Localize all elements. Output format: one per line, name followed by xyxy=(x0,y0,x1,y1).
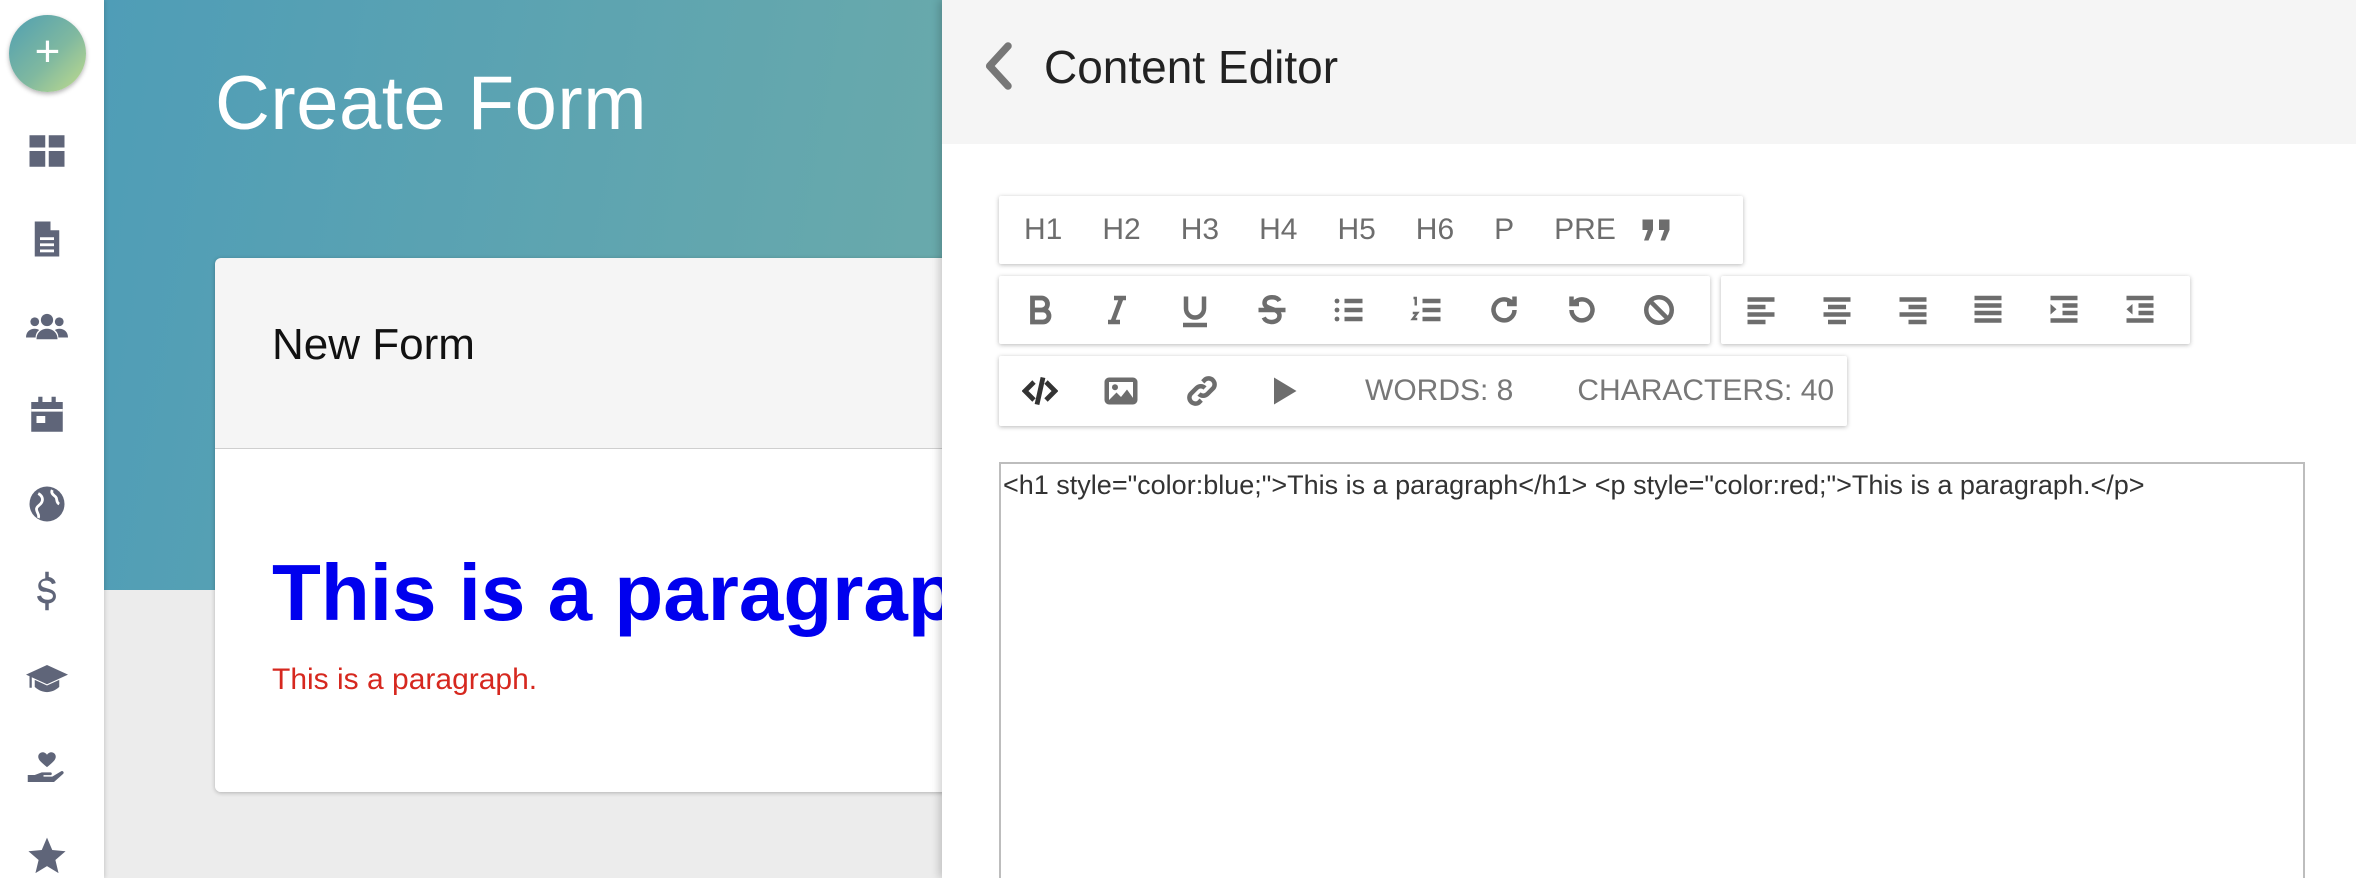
calendar-icon[interactable] xyxy=(24,393,70,439)
heading-toolbar: H1 H2 H3 H4 H5 H6 P PRE xyxy=(999,196,1743,264)
indent-icon[interactable] xyxy=(2038,280,2090,340)
image-icon[interactable] xyxy=(1094,361,1148,421)
character-count: CHARACTERS: 40 xyxy=(1577,374,1835,407)
underline-icon[interactable] xyxy=(1168,280,1221,340)
dashboard-icon[interactable] xyxy=(24,128,70,174)
h2-button[interactable]: H2 xyxy=(1087,200,1155,260)
chevron-left-icon xyxy=(985,42,1012,90)
outdent-icon[interactable] xyxy=(2114,280,2166,340)
h1-button[interactable]: H1 xyxy=(1009,200,1077,260)
undo-icon[interactable] xyxy=(1555,280,1608,340)
preview-paragraph: This is a paragraph. xyxy=(272,663,538,696)
strikethrough-icon[interactable] xyxy=(1245,280,1298,340)
preview-heading: This is a paragraph xyxy=(272,548,1006,637)
h3-button[interactable]: H3 xyxy=(1166,200,1234,260)
paragraph-button[interactable]: P xyxy=(1479,200,1529,260)
form-title: New Form xyxy=(272,320,475,369)
back-button[interactable] xyxy=(978,40,1018,92)
redo-icon[interactable] xyxy=(1478,280,1531,340)
justify-icon[interactable] xyxy=(1962,280,2014,340)
editor-header: Content Editor xyxy=(942,0,2356,144)
h4-button[interactable]: H4 xyxy=(1244,200,1312,260)
format-toolbar xyxy=(999,276,1710,344)
sidebar: + xyxy=(0,0,104,878)
numbered-list-icon[interactable] xyxy=(1400,280,1453,340)
alignment-toolbar xyxy=(1721,276,2190,344)
page-title: Create Form xyxy=(215,61,648,146)
italic-icon[interactable] xyxy=(1090,280,1143,340)
graduation-cap-icon[interactable] xyxy=(24,656,70,702)
star-icon[interactable] xyxy=(24,833,70,878)
add-button[interactable]: + xyxy=(9,15,86,92)
hand-heart-icon[interactable] xyxy=(24,745,70,791)
insert-toolbar: WORDS: 8 CHARACTERS: 40 xyxy=(999,356,1847,426)
users-icon[interactable] xyxy=(24,304,70,350)
word-count: WORDS: 8 xyxy=(1365,374,1514,407)
align-right-icon[interactable] xyxy=(1887,280,1939,340)
bulleted-list-icon[interactable] xyxy=(1323,280,1376,340)
quote-icon[interactable] xyxy=(1631,200,1681,260)
align-center-icon[interactable] xyxy=(1811,280,1863,340)
editor-title: Content Editor xyxy=(1044,41,1339,93)
align-left-icon[interactable] xyxy=(1735,280,1787,340)
video-icon[interactable] xyxy=(1256,361,1310,421)
content-editor-panel: Content Editor H1 H2 H3 H4 H5 H6 P PRE W… xyxy=(942,0,2356,878)
dollar-icon[interactable] xyxy=(24,568,70,614)
html-source-textarea[interactable]: <h1 style="color:blue;">This is a paragr… xyxy=(999,462,2305,878)
link-icon[interactable] xyxy=(1175,361,1229,421)
code-view-icon[interactable] xyxy=(1013,361,1067,421)
bold-icon[interactable] xyxy=(1013,280,1066,340)
pre-button[interactable]: PRE xyxy=(1539,200,1631,260)
h5-button[interactable]: H5 xyxy=(1322,200,1390,260)
clear-format-icon[interactable] xyxy=(1633,280,1686,340)
h6-button[interactable]: H6 xyxy=(1401,200,1469,260)
document-icon[interactable] xyxy=(24,216,70,262)
globe-icon[interactable] xyxy=(24,481,70,527)
